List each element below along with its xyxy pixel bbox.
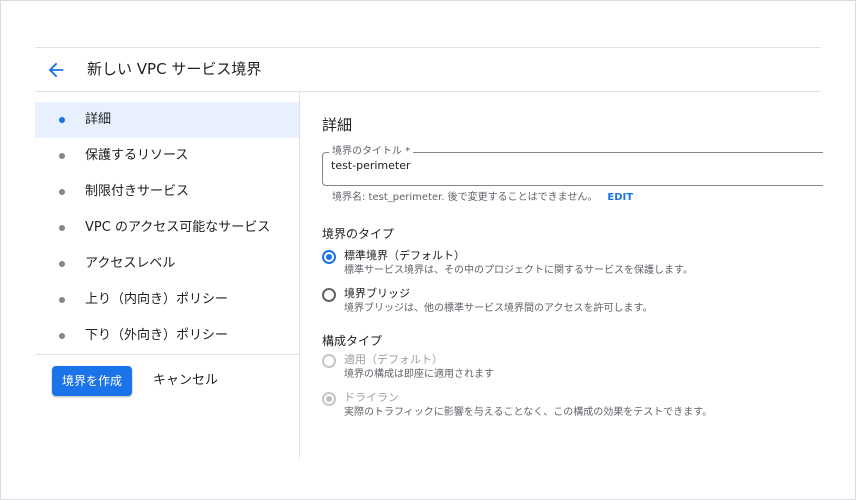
bullet-icon	[59, 225, 65, 231]
sidebar-divider	[35, 354, 299, 355]
sidebar: 詳細 保護するリソース 制限付きサービス VPC のアクセス可能なサービス アク…	[35, 92, 300, 459]
radio-bridge-label: 境界ブリッジ	[344, 287, 410, 300]
radio-enforced-label: 適用（デフォルト）	[344, 353, 443, 366]
radio-enforced[interactable]	[322, 354, 336, 368]
radio-standard-desc: 標準サービス境界は、その中のプロジェクトに関するサービスを保護します。	[344, 265, 693, 276]
cancel-button[interactable]: キャンセル	[153, 366, 218, 396]
perimeter-title-label: 境界のタイトル *	[329, 145, 414, 159]
radio-dry-run-label: ドライラン	[344, 391, 399, 404]
perimeter-title-field: 境界のタイトル *	[322, 145, 823, 186]
bullet-icon	[59, 297, 65, 303]
sidebar-item-label: 制限付きサービス	[85, 184, 190, 199]
sidebar-item-restricted-services[interactable]: 制限付きサービス	[35, 174, 299, 210]
config-type-title: 構成タイプ	[322, 334, 383, 348]
sidebar-item-label: 保護するリソース	[85, 148, 189, 163]
bullet-icon	[59, 153, 65, 159]
page-header: 新しい VPC サービス境界	[35, 48, 821, 92]
sidebar-item-label: 下り（外向き）ポリシー	[85, 328, 229, 343]
bullet-icon	[59, 261, 65, 267]
bullet-icon	[59, 333, 65, 339]
sidebar-item-ingress-policy[interactable]: 上り（内向き）ポリシー	[35, 282, 299, 318]
bullet-icon	[59, 117, 65, 123]
sidebar-item-label: 詳細	[85, 112, 112, 127]
sidebar-item-access-levels[interactable]: アクセスレベル	[35, 246, 299, 282]
sidebar-item-egress-policy[interactable]: 下り（外向き）ポリシー	[35, 318, 299, 354]
sidebar-item-label: VPC のアクセス可能なサービス	[85, 220, 271, 235]
radio-perimeter-bridge[interactable]	[322, 288, 336, 302]
sidebar-nav: 詳細 保護するリソース 制限付きサービス VPC のアクセス可能なサービス アク…	[35, 102, 299, 354]
section-title: 詳細	[322, 116, 353, 134]
sidebar-item-vpc-accessible-services[interactable]: VPC のアクセス可能なサービス	[35, 210, 299, 246]
perimeter-name-helper: 境界名: test_perimeter. 後で変更することはできません。	[332, 192, 598, 203]
radio-dry-run[interactable]	[322, 392, 336, 406]
helper-text-row: 境界名: test_perimeter. 後で変更することはできません。 EDIT	[332, 191, 633, 205]
page-title: 新しい VPC サービス境界	[87, 60, 262, 78]
radio-standard-label: 標準境界（デフォルト）	[344, 249, 465, 262]
back-button[interactable]	[45, 59, 67, 81]
create-perimeter-button[interactable]: 境界を作成	[52, 366, 132, 396]
sidebar-item-label: アクセスレベル	[85, 256, 176, 271]
sidebar-item-label: 上り（内向き）ポリシー	[85, 292, 229, 307]
radio-dry-run-desc: 実際のトラフィックに影響を与えることなく、この構成の効果をテストできます。	[344, 407, 713, 418]
radio-standard-perimeter[interactable]	[322, 250, 336, 264]
perimeter-title-input[interactable]	[331, 159, 811, 172]
bullet-icon	[59, 189, 65, 195]
radio-bridge-desc: 境界ブリッジは、他の標準サービス境界間のアクセスを許可します。	[344, 303, 653, 314]
radio-enforced-desc: 境界の構成は即座に適用されます	[344, 369, 494, 380]
sidebar-item-protected-resources[interactable]: 保護するリソース	[35, 138, 299, 174]
edit-name-link[interactable]: EDIT	[607, 192, 633, 203]
arrow-back-icon	[48, 62, 64, 78]
sidebar-item-details[interactable]: 詳細	[35, 102, 299, 138]
perimeter-type-title: 境界のタイプ	[322, 227, 395, 241]
